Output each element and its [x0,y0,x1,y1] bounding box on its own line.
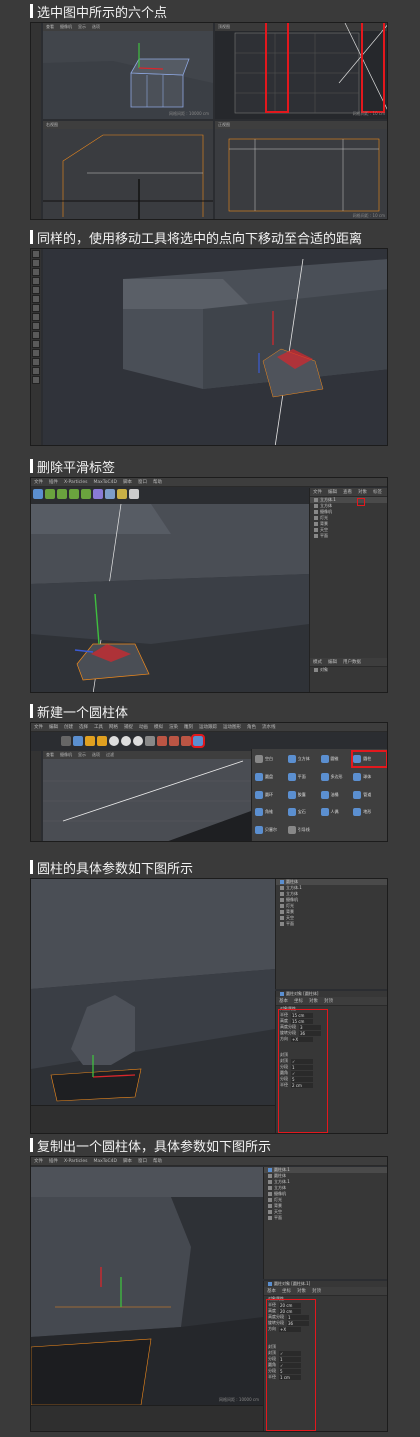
object-manager[interactable]: 圆柱体.1 圆柱体 立方体.1 立方体 摄像机 灯光 背景 天空 平面 [263,1167,387,1279]
object-row[interactable]: 平面 [310,533,387,539]
main-menu[interactable]: 文件 插件 X-Particles MaxToC4D 脚本 窗口 帮助 [31,1157,387,1166]
step-1-heading: 选中图中所示的六个点 [30,2,167,21]
step-3-heading: 删除平滑标签 [30,457,115,476]
main-toolbar[interactable] [61,734,205,748]
array-icon[interactable] [69,489,79,499]
step-3: 删除平滑标签 文件 插件 X-Particles MaxToC4D 脚本 窗口 帮助 [0,455,420,695]
step-4: 新建一个圆柱体 文件 编辑 创建 选择 工具 网格 捕捉 动画 模拟 渲染 雕刻 运动跟踪 运动图形 角色… [0,700,420,850]
main-menu[interactable]: 文件 编辑 创建 选择 工具 网格 捕捉 动画 模拟 渲染 雕刻 运动跟踪 运动图形 角色 流水线 [31,723,387,732]
c4d-screenshot-4: 文件 编辑 创建 选择 工具 网格 捕捉 动画 模拟 渲染 雕刻 运动跟踪 运动图形 角色 流水线 查看 摄像… [30,722,388,842]
create-sphere[interactable]: 球体 [353,770,386,784]
smooth-tag-highlight [357,498,365,506]
x-axis-icon[interactable] [109,736,119,746]
undo-icon[interactable] [61,736,71,746]
floor-icon[interactable] [105,489,115,499]
c4d-screenshot-6: 文件 插件 X-Particles MaxToC4D 脚本 窗口 帮助 网格间距 : 100… [30,1156,388,1432]
scale-icon[interactable] [85,736,95,746]
deformer-icon[interactable] [93,489,103,499]
params-highlight [266,1299,316,1431]
object-manager[interactable]: 圆柱体 立方体.1 立方体 摄像机 灯光 背景 天空 平面 [275,879,387,989]
create-null[interactable]: 空白 [255,752,288,766]
create-pyramid[interactable]: 角锥 [255,805,288,819]
step-2: 同样的，使用移动工具将选中的点向下移动至合适的距离 透视视图 [0,226,420,451]
right-viewport[interactable]: 右视图 [43,121,213,219]
step-4-heading: 新建一个圆柱体 [30,702,128,721]
main-menu[interactable]: 文件 插件 X-Particles MaxToC4D 脚本 窗口 帮助 [31,478,387,487]
left-toolbar[interactable] [31,249,41,445]
object-row[interactable]: 平面 [264,1215,387,1221]
attr-tabs[interactable]: 基本 坐标 对象 封顶 [264,1287,387,1296]
z-axis-icon[interactable] [133,736,143,746]
c4d-screenshot-2: 透视视图 [30,248,388,446]
selection-highlight-right [361,23,385,113]
cube-menu-icon[interactable] [191,734,205,748]
rotate-icon[interactable] [97,736,107,746]
top-viewport[interactable]: 顶视图 网格间距 : 10 cm [215,23,387,119]
step-5: 圆柱的具体参数如下图所示 圆柱体 立方体.1 立方体 摄像机 灯光 背景 天空 … [0,856,420,1136]
perspective-viewport[interactable]: 查看 摄像机 显示 选项 过滤 [43,751,251,841]
render-icon[interactable] [157,736,167,746]
timeline[interactable] [31,1405,263,1431]
c4d-screenshot-5: 圆柱体 立方体.1 立方体 摄像机 灯光 背景 天空 平面 圆柱对象 [圆柱体]… [30,878,388,1134]
create-guide[interactable]: 引导线 [287,823,321,837]
c4d-screenshot-1: 查看 摄像机 显示 选项 网格间距 : 10000 cm 顶视图 网格间距: … [30,22,388,220]
create-torus[interactable]: 圆环 [255,788,288,802]
render-view-icon[interactable] [169,736,179,746]
perspective-viewport[interactable]: 透视视图 [43,249,387,445]
params-highlight [278,1009,328,1133]
step-6: 复制出一个圆柱体，具体参数如下图所示 文件 插件 X-Particles MaxToC… [0,1134,420,1437]
create-tube[interactable]: 管道 [353,788,386,802]
render-settings-icon[interactable] [181,736,191,746]
c4d-screenshot-3: 文件 插件 X-Particles MaxToC4D 脚本 窗口 帮助 文件 编… [30,477,388,693]
heading-marker [30,4,33,18]
create-cube[interactable]: 立方体 [287,752,321,766]
create-cone[interactable]: 圆锥 [320,752,354,766]
step-5-heading: 圆柱的具体参数如下图所示 [30,858,193,877]
create-disc[interactable]: 圆盘 [255,770,288,784]
camera-icon[interactable] [117,489,127,499]
create-capsule[interactable]: 胶囊 [287,788,321,802]
light-icon[interactable] [129,489,139,499]
create-figure[interactable]: 人偶 [320,805,354,819]
create-polygon[interactable]: 多边形 [320,770,354,784]
tool-row[interactable] [33,489,139,501]
create-plane[interactable]: 平面 [287,770,321,784]
create-oiltank[interactable]: 油桶 [320,788,354,802]
object-manager-menu[interactable]: 文件 编辑 查看 对象 标签 [310,488,387,497]
object-row[interactable]: 平面 [276,921,387,927]
grid-icon[interactable] [45,489,55,499]
object-manager[interactable]: 文件 编辑 查看 对象 标签 立方体.1 立方体 摄像机 灯光 背景 天空 平面 模式编… [309,488,387,692]
step-2-heading: 同样的，使用移动工具将选中的点向下移动至合适的距离 [30,228,362,247]
select-icon[interactable] [73,736,83,746]
timeline[interactable] [31,1105,275,1133]
coordinate-icon[interactable] [145,736,155,746]
create-bezier[interactable]: 贝塞尔 [255,823,288,837]
y-axis-icon[interactable] [121,736,131,746]
create-menu-popup[interactable]: 空白 立方体 圆锥 圆柱 圆盘 平面 多边形 球体 圆环 胶囊 油桶 管道 角锥… [251,749,387,841]
left-toolbar[interactable] [31,23,41,219]
perspective-viewport[interactable] [31,879,275,1115]
left-toolbar[interactable] [31,751,41,841]
front-viewport[interactable]: 正视图 网格间距 : 10 cm [215,121,387,219]
step-6-heading: 复制出一个圆柱体，具体参数如下图所示 [30,1136,271,1155]
attribute-manager[interactable]: 圆柱对象 [圆柱体.1] 基本 坐标 对象 封顶 对象属性 半径 20 cm 高度 20 … [263,1281,387,1431]
attribute-manager-menu[interactable]: 模式 编辑 用户数据 [310,658,387,667]
move-tool-icon[interactable] [33,489,43,499]
create-cylinder[interactable]: 圆柱 [351,750,387,768]
selection-highlight-left [265,23,289,113]
attr-tabs[interactable]: 基本 坐标 对象 封顶 [276,997,387,1006]
step-1: 选中图中所示的六个点 查看 摄像机 显示 选项 网格间距 : 10000 cm 顶视图 [0,0,420,225]
create-platonic[interactable]: 宝石 [287,805,321,819]
perspective-viewport[interactable]: 查看 摄像机 显示 选项 网格间距 : 10000 cm [43,23,213,119]
symmetry-icon[interactable] [81,489,91,499]
perspective-viewport[interactable]: 网格间距 : 10000 cm [31,1167,263,1405]
perspective-viewport[interactable] [31,504,309,692]
bend-icon[interactable] [57,489,67,499]
attribute-manager[interactable]: 圆柱对象 [圆柱体] 基本 坐标 对象 封顶 对象属性 半径 15 cm 高度 15 cm… [275,991,387,1133]
create-landscape[interactable]: 地形 [353,805,386,819]
